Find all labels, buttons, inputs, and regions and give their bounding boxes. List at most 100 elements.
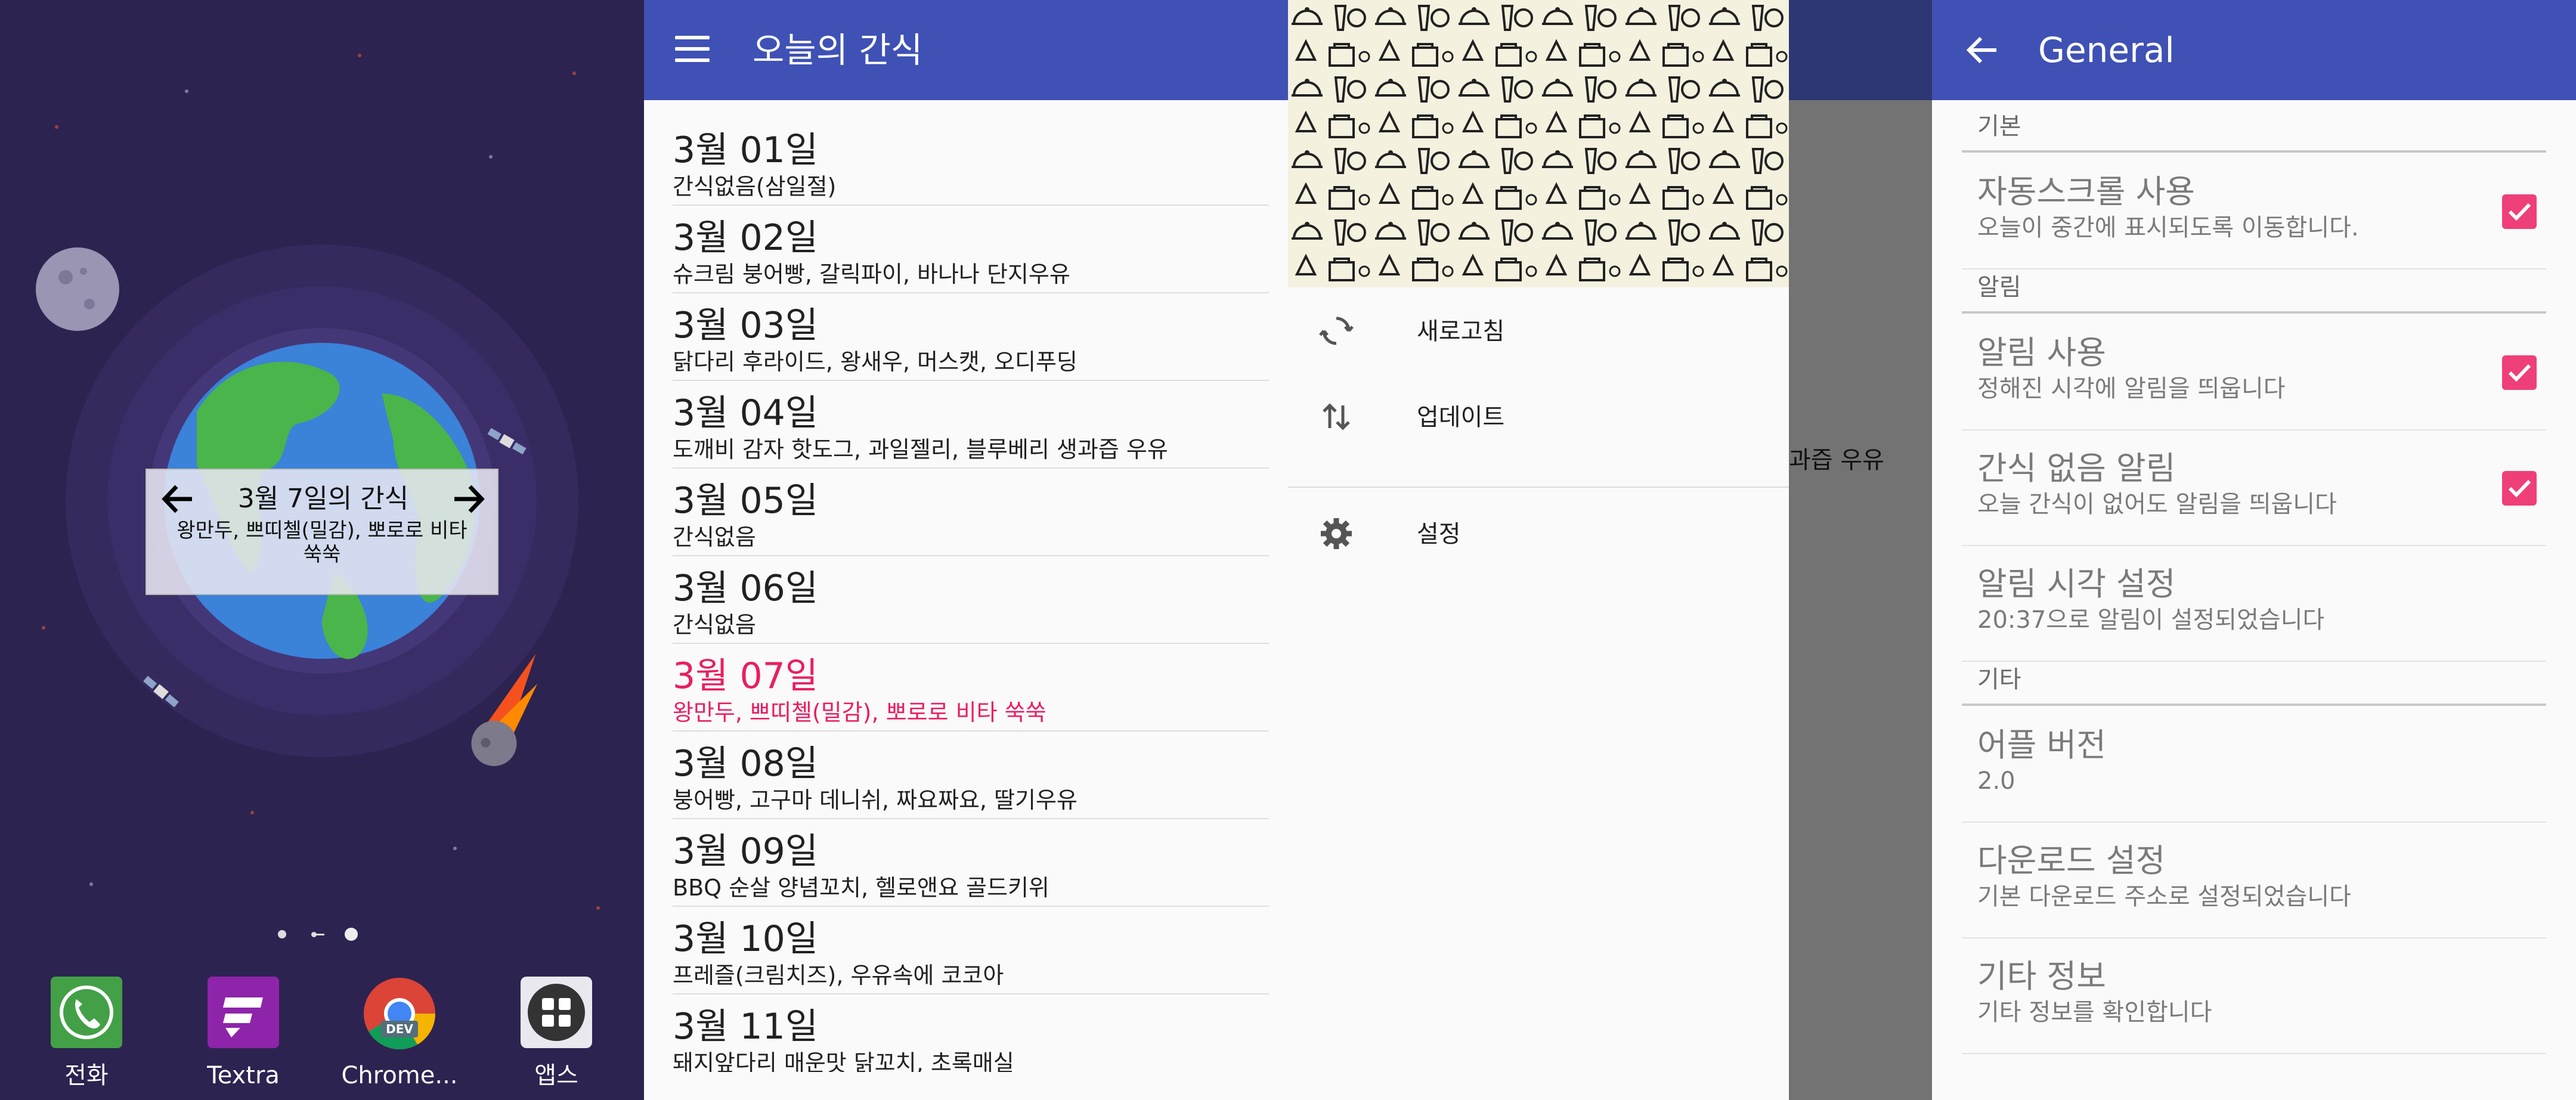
snack-widget[interactable]: 3월 7일의 간식 왕만두, 쁘띠첼(밀감), 뽀로로 비타 쑥쑥 [145,469,499,595]
day-date: 3월 01일 [673,129,818,171]
day-date: 3월 05일 [673,480,818,522]
day-snack: 닭다리 후라이드, 왕새우, 머스캣, 오디푸딩 [673,349,1078,375]
preference-title: 어플 버전 [1977,726,2106,764]
arrow-left-icon [162,485,192,513]
day-snack: 간식없음 [673,524,756,550]
widget-prev-button[interactable] [157,478,199,520]
star [250,811,254,814]
preference-checkbox[interactable] [2502,194,2537,229]
arrow-back-icon[interactable] [1964,32,2000,68]
swap-vertical-icon [1323,403,1350,430]
preference-summary: 기본 다운로드 주소로 설정되었습니다 [1977,883,2351,910]
preference-summary: 20:37으로 알림이 설정되었습니다 [1977,606,2325,634]
settings-list: 기본 자동스크롤 사용 오늘이 중간에 표시되도록 이동합니다. 알림 알림 사용 정해진… [1932,100,2576,1100]
day-list-item[interactable]: 3월 02일 슈크림 붕어빵, 갈릭파이, 바나나 단지우유 [673,206,1269,293]
gear-icon [1321,518,1352,549]
preference-item[interactable]: 알림 시각 설정 20:37으로 알림이 설정되었습니다 [1962,546,2546,662]
day-snack: 돼지앞다리 매운맛 닭꼬치, 초록매실 [673,1050,1014,1072]
preference-item[interactable]: 다운로드 설정기본 다운로드 주소로 설정되었습니다 [1962,823,2546,938]
day-list-item[interactable]: 3월 01일 간식없음(삼일절) [673,118,1269,206]
preference-title: 자동스크롤 사용 [1977,173,2195,210]
day-list-item[interactable]: 3월 03일닭다리 후라이드, 왕새우, 머스캣, 오디푸딩 [673,293,1269,381]
navigation-drawer: 새로고침업데이트설정 [1288,0,1789,1100]
star [596,906,600,910]
arrow-right-icon [454,485,485,513]
category-divider [1962,150,2546,153]
drawer-divider [1288,487,1789,488]
day-list-item[interactable]: 3월 04일 도깨비 감자 핫도그, 과일젤리, 블루베리 생과즙 우유 [673,381,1269,469]
drawer-screen: 과즙 우유 새로고침업데이트설정 [1288,0,1932,1100]
dock-label: 앱스 [534,1062,578,1089]
page-title: 오늘의 간식 [753,30,923,70]
day-date: 3월 03일 [673,305,818,346]
snack-list-screen: 오늘의 간식 3월 01일 간식없음(삼일절) 3월 02일 슈크림 붕어빵, 갈릭파… [644,0,1288,1100]
dock-phone[interactable]: 전화 [42,971,131,1096]
dock-label: Chrome... [341,1062,458,1089]
preference-summary: 정해진 시각에 알림을 띄웁니다 [1977,375,2286,402]
checkmark-icon [2508,364,2531,382]
star [453,847,457,850]
widget-snack-line1: 왕만두, 쁘띠첼(밀감), 뽀로로 비타 [177,519,467,543]
drawer-item-label: 업데이트 [1417,404,1505,431]
preference-summary: 기타 정보를 확인합니다 [1977,999,2212,1026]
hamburger-menu-icon[interactable] [675,36,710,62]
day-date: 3월 09일 [673,831,818,872]
preference-item[interactable]: 기타 정보기타 정보를 확인합니다 [1962,938,2546,1054]
day-list-item[interactable]: 3월 11일 돼지앞다리 매운맛 닭꼬치, 초록매실 [673,994,1269,1072]
widget-next-button[interactable] [447,478,489,520]
day-list-item[interactable]: 3월 05일 간식없음 [673,469,1269,556]
preference-item[interactable]: 자동스크롤 사용 오늘이 중간에 표시되도록 이동합니다. [1962,154,2546,269]
day-list-item[interactable]: 3월 08일 붕어빵, 고구마 데니쉬, 짜요짜요, 딸기우유 [673,732,1269,819]
checkmark-icon [2508,479,2531,498]
page-home-glyph [311,930,326,938]
day-list-item[interactable]: 3월 09일 BBQ 순살 양념꼬치, 헬로앤요 골드키위 [673,819,1269,907]
drawer-item-label: 설정 [1417,520,1461,548]
day-list-item[interactable]: 3월 10일 프레즐(크림치즈), 우유속에 코코아 [673,907,1269,994]
settings-screen: General 기본 자동스크롤 사용 오늘이 중간에 표시되도록 이동합니다. 알림… [1932,0,2576,1100]
preference-checkbox[interactable] [2502,355,2537,390]
dev-badge: DEV [386,1022,413,1036]
page-dot [278,930,286,938]
preference-item[interactable]: 어플 버전 2.0 [1962,707,2546,823]
day-date: 3월 06일 [673,568,818,609]
star [358,54,361,57]
category-divider [1962,704,2546,706]
settings-category-title: 알림 [1977,274,2021,301]
star [89,882,93,886]
day-snack: 간식없음(삼일절) [673,173,837,200]
day-date: 3월 08일 [673,743,818,785]
checkmark-icon [2508,203,2531,221]
drawer-item-refresh[interactable]: 새로고침 [1288,287,1789,373]
preference-title: 알림 사용 [1977,334,2106,371]
drawer-item-swap-vertical[interactable]: 업데이트 [1288,373,1789,459]
day-date: 3월 07일 [673,655,818,697]
day-snack: 프레즐(크림치즈), 우유속에 코코아 [673,962,1004,989]
day-list-item[interactable]: 3월 06일 간식없음 [673,556,1269,644]
drawer-item-label: 새로고침 [1417,318,1505,345]
scrim[interactable] [1789,100,1932,1100]
star [185,89,188,93]
day-snack: 왕만두, 쁘띠첼(밀감), 뽀로로 비타 쑥쑥 [673,699,1046,726]
dock-chrome-dev[interactable]: DEV Chrome... [341,971,458,1096]
snack-day-list[interactable]: 3월 01일 간식없음(삼일절) 3월 02일 슈크림 붕어빵, 갈릭파이, 바나나 … [644,100,1288,1072]
day-list-item[interactable]: 3월 07일 왕만두, 쁘띠첼(밀감), 뽀로로 비타 쑥쑥 [673,644,1269,732]
dock-textra[interactable]: Textra [199,971,288,1096]
category-divider [1962,311,2546,314]
preference-checkbox[interactable] [2502,471,2537,506]
dock-apps[interactable]: 앱스 [512,971,601,1096]
drawer-item-gear[interactable]: 설정 [1288,490,1789,576]
preference-title: 다운로드 설정 [1977,842,2166,879]
star [55,125,58,129]
drawer-menu: 새로고침업데이트설정 [1288,287,1789,585]
preference-item[interactable]: 알림 사용정해진 시각에 알림을 띄웁니다 [1962,315,2546,430]
preference-summary: 오늘 간식이 없어도 알림을 띄웁니다 [1977,491,2337,518]
food-doodle-header-image [1288,0,1789,287]
widget-snack-line2: 쑥쑥 [303,543,341,566]
preference-title: 간식 없음 알림 [1977,450,2176,487]
preference-title: 기타 정보 [1977,958,2106,995]
home-screen: 3월 7일의 간식 왕만두, 쁘띠첼(밀감), 뽀로로 비타 쑥쑥 전화 Tex… [0,0,644,1100]
settings-category-title: 기타 [1977,666,2021,693]
day-snack: 도깨비 감자 핫도그, 과일젤리, 블루베리 생과즙 우유 [673,436,1168,463]
preference-item[interactable]: 간식 없음 알림오늘 간식이 없어도 알림을 띄웁니다 [1962,430,2546,546]
behind-list-text: 과즙 우유 [1789,447,1884,474]
